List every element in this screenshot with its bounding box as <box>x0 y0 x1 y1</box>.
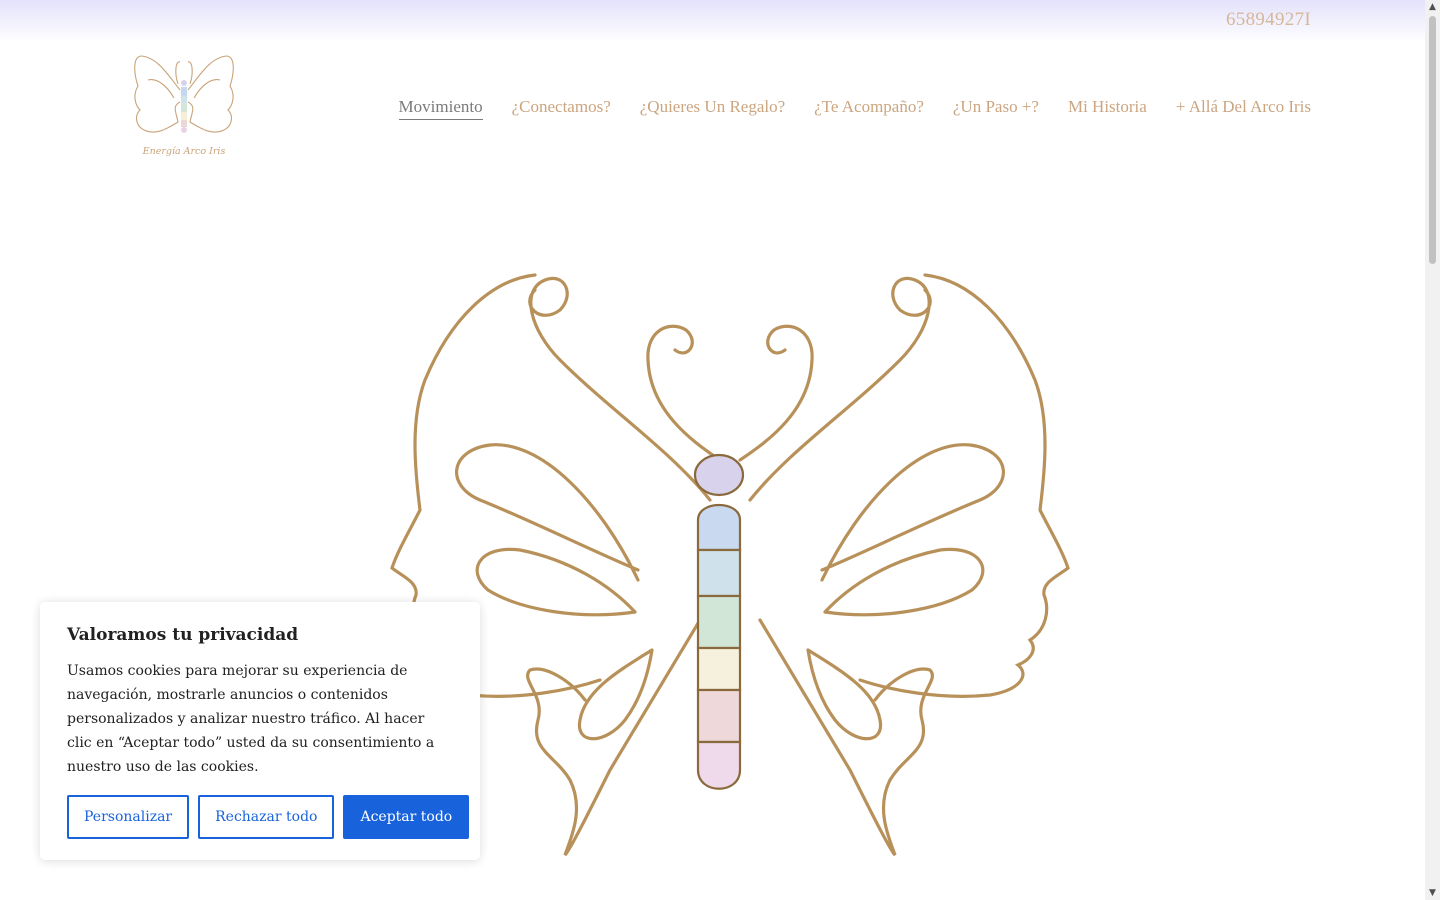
main-navigation: Movimiento ¿Conectamos? ¿Quieres Un Rega… <box>398 95 1311 120</box>
nav-item-movimiento[interactable]: Movimiento <box>398 95 483 120</box>
cookie-consent-banner: Valoramos tu privacidad Usamos cookies p… <box>40 602 480 860</box>
accept-all-button[interactable]: Aceptar todo <box>343 795 470 839</box>
nav-item-acompano[interactable]: ¿Te Acompaño? <box>814 95 924 120</box>
reject-all-button[interactable]: Rechazar todo <box>198 795 335 839</box>
site-logo[interactable]: Energía Arco Iris <box>128 50 240 165</box>
scroll-down-icon[interactable]: ▼ <box>1425 886 1440 900</box>
cookie-title: Valoramos tu privacidad <box>67 625 299 645</box>
customize-button[interactable]: Personalizar <box>67 795 190 839</box>
cookie-body: Usamos cookies para mejorar su experienc… <box>67 663 435 775</box>
nav-item-arco-iris[interactable]: + Allá Del Arco Iris <box>1176 95 1311 120</box>
nav-item-un-paso[interactable]: ¿Un Paso +? <box>953 95 1039 120</box>
nav-item-mi-historia[interactable]: Mi Historia <box>1068 95 1147 120</box>
nav-item-conectamos[interactable]: ¿Conectamos? <box>512 95 611 120</box>
scroll-up-icon[interactable]: ▲ <box>1425 0 1440 14</box>
vertical-scrollbar[interactable]: ▲ ▼ <box>1425 0 1440 900</box>
phone-number[interactable]: 65894927I <box>1226 9 1311 31</box>
logo-text: Energía Arco Iris <box>142 146 226 157</box>
top-bar <box>0 0 1425 42</box>
butterfly-logo-icon <box>134 55 234 133</box>
cookie-buttons: Personalizar Rechazar todo Aceptar todo <box>67 795 470 839</box>
nav-item-regalo[interactable]: ¿Quieres Un Regalo? <box>640 95 785 120</box>
scrollbar-thumb[interactable] <box>1429 16 1436 264</box>
